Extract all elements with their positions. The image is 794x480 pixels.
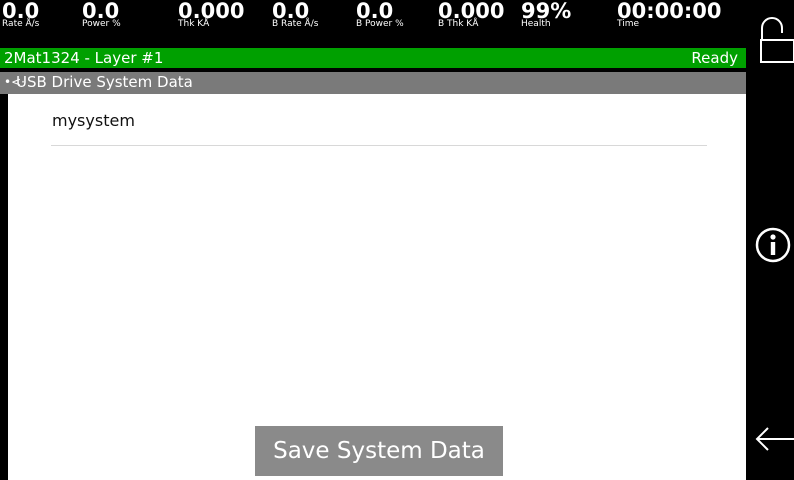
metric-b-rate: 0.0 B Rate Å/s	[272, 0, 318, 29]
panel-title-bar: •<· USB Drive System Data	[0, 72, 746, 94]
status-bar: 2Mat1324 - Layer #1 Ready	[0, 48, 746, 68]
right-sidebar	[746, 0, 794, 480]
metric-power: 0.0 Power %	[82, 0, 121, 29]
back-arrow-icon[interactable]	[754, 424, 794, 454]
metric-time: 00:00:00 Time	[617, 0, 721, 29]
metric-b-power: 0.0 B Power %	[356, 0, 404, 29]
metric-b-thickness: 0.000 B Thk KÅ	[438, 0, 504, 29]
save-system-data-button[interactable]: Save System Data	[255, 426, 503, 476]
metric-label: B Power %	[356, 19, 404, 29]
metric-rate: 0.0 Rate Å/s	[2, 0, 39, 29]
status-badge: Ready	[691, 49, 738, 67]
metric-thickness: 0.000 Thk KÅ	[178, 0, 244, 29]
page-title: USB Drive System Data	[16, 73, 193, 91]
unlock-icon[interactable]	[758, 14, 794, 64]
main-content: mysystem Save System Data	[8, 94, 746, 480]
metrics-bar: 0.0 Rate Å/s 0.0 Power % 0.000 Thk KÅ 0.…	[0, 0, 746, 29]
metric-label: Power %	[82, 19, 121, 29]
list-divider	[51, 145, 707, 146]
metric-health: 99% Health	[521, 0, 571, 29]
list-item[interactable]: mysystem	[52, 111, 135, 130]
layer-label: 2Mat1324 - Layer #1	[4, 49, 164, 67]
metric-label: B Rate Å/s	[272, 19, 319, 29]
metric-label: Rate Å/s	[2, 19, 40, 29]
info-icon[interactable]	[754, 226, 792, 264]
